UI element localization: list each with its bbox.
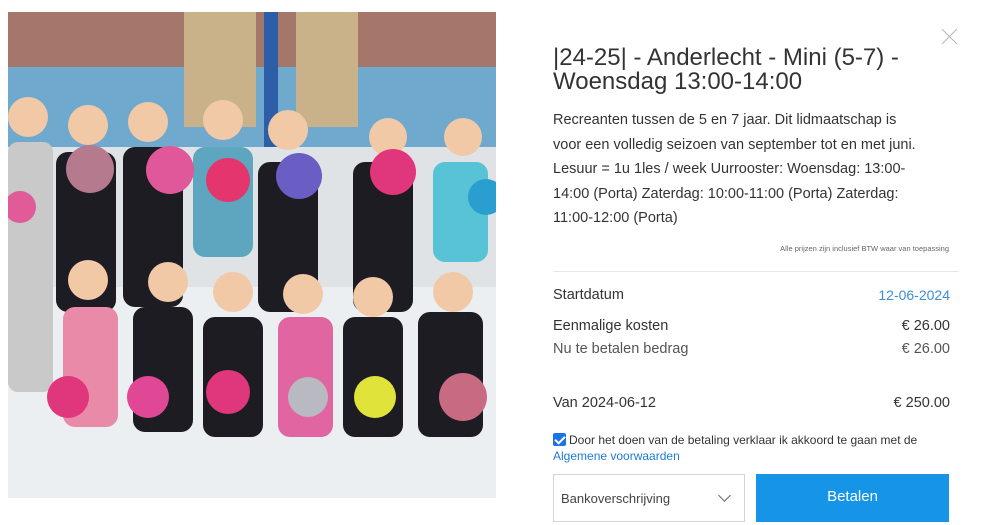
amount-due-label: Nu te betalen bedrag <box>553 341 689 357</box>
checkbox-checked-icon[interactable] <box>553 433 566 446</box>
terms-link[interactable]: Algemene voorwaarden <box>553 449 680 463</box>
pay-button[interactable]: Betalen <box>756 474 949 522</box>
payment-method-select[interactable]: Bankoverschrijving <box>553 474 745 522</box>
product-title: |24-25| - Anderlecht - Mini (5-7) - Woen… <box>553 44 899 95</box>
one-time-cost-value: € 26.00 <box>901 318 950 334</box>
recurring-price-value: € 250.00 <box>893 395 950 411</box>
amount-due-value: € 26.00 <box>901 341 950 357</box>
product-photo <box>8 12 496 498</box>
recurring-price-label: Van 2024-06-12 <box>553 395 656 411</box>
start-date-label: Startdatum <box>553 287 624 303</box>
amount-due-row: Nu te betalen bedrag € 26.00 <box>553 341 950 361</box>
chevron-down-icon <box>718 489 731 502</box>
product-description: Recreanten tussen de 5 en 7 jaar. Dit li… <box>553 112 916 226</box>
recurring-price-row: Van 2024-06-12 € 250.00 <box>553 395 950 415</box>
terms-text: Door het doen van de betaling verklaar i… <box>569 433 918 447</box>
start-date-value[interactable]: 12-06-2024 <box>878 287 950 303</box>
divider <box>553 271 959 272</box>
terms-agreement: Door het doen van de betaling verklaar i… <box>553 432 953 464</box>
one-time-cost-label: Eenmalige kosten <box>553 318 669 334</box>
start-date-row: Startdatum 12-06-2024 <box>553 287 950 307</box>
payment-method-value: Bankoverschrijving <box>561 491 671 506</box>
vat-note: Alle prijzen zijn inclusief BTW waar van… <box>780 244 949 253</box>
close-icon[interactable] <box>941 28 958 45</box>
product-panel: |24-25| - Anderlecht - Mini (5-7) - Woen… <box>553 0 963 525</box>
one-time-cost-row: Eenmalige kosten € 26.00 <box>553 318 950 338</box>
